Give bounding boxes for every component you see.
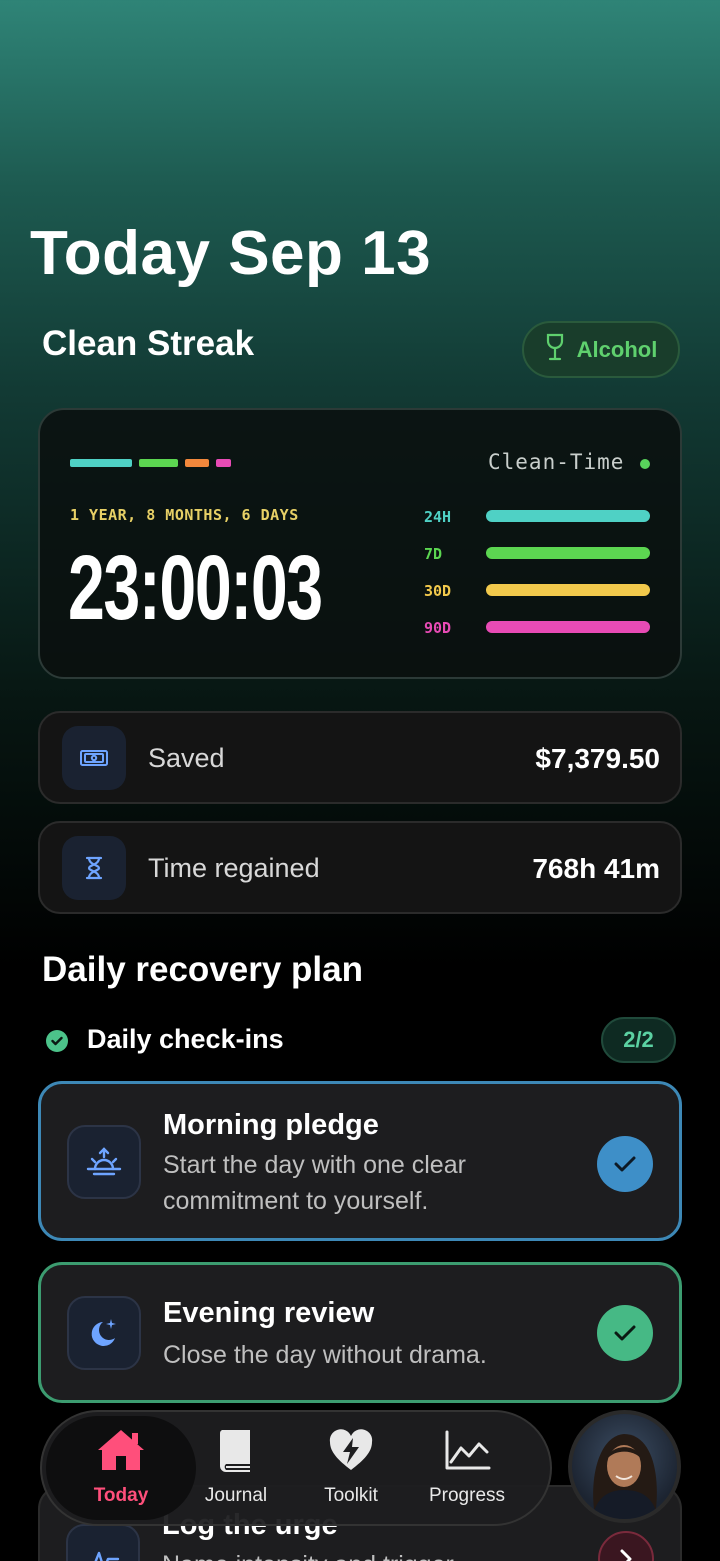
page-title: Today Sep 13	[30, 219, 432, 288]
tab-toolkit[interactable]: Toolkit	[296, 1428, 406, 1507]
accent-bar	[216, 459, 231, 467]
time-regained-label: Time regained	[148, 853, 320, 883]
morning-pledge-card[interactable]: Morning pledge Start the day with one cl…	[38, 1081, 682, 1241]
period-label-90d: 90D	[424, 619, 452, 637]
streak-duration: 1 YEAR, 8 MONTHS, 6 DAYS	[70, 506, 299, 524]
period-label-7d: 7D	[424, 545, 443, 563]
pulse-icon	[66, 1524, 140, 1561]
tab-journal-label: Journal	[204, 1485, 268, 1506]
heart-bolt-icon	[328, 1428, 374, 1477]
time-regained-value: 768h 41m	[532, 853, 660, 884]
morning-pledge-check[interactable]	[597, 1136, 653, 1192]
checkins-count-badge: 2/2	[601, 1017, 676, 1063]
evening-review-card[interactable]: Evening review Close the day without dra…	[38, 1262, 682, 1403]
accent-bar	[70, 459, 132, 467]
tab-today-label: Today	[93, 1485, 149, 1506]
saved-stat-card[interactable]: Saved $7,379.50	[38, 711, 682, 804]
moon-stars-icon	[67, 1296, 141, 1370]
time-regained-stat-card[interactable]: Time regained 768h 41m	[38, 821, 682, 914]
period-label-30d: 30D	[424, 582, 452, 600]
tab-toolkit-label: Toolkit	[324, 1485, 378, 1506]
period-bar-90d	[486, 621, 650, 633]
clean-streak-heading: Clean Streak	[42, 324, 255, 363]
clean-time-label: Clean-Time	[488, 450, 625, 474]
period-bar-24h	[486, 510, 650, 522]
tab-journal[interactable]: Journal	[181, 1428, 291, 1507]
addiction-label: Alcohol	[576, 336, 658, 362]
log-urge-description: Name intensity and trigger	[162, 1547, 542, 1561]
hourglass-icon	[62, 836, 126, 900]
period-bar-7d	[486, 547, 650, 559]
saved-label: Saved	[148, 743, 225, 773]
morning-pledge-title: Morning pledge	[163, 1109, 379, 1141]
evening-review-check[interactable]	[597, 1305, 653, 1361]
recovery-plan-heading: Daily recovery plan	[42, 950, 363, 989]
tab-progress[interactable]: Progress	[412, 1428, 522, 1507]
period-label-24h: 24H	[424, 508, 452, 526]
addiction-selector[interactable]: Alcohol	[522, 321, 680, 378]
evening-review-title: Evening review	[163, 1297, 375, 1329]
home-icon	[96, 1428, 146, 1477]
avatar[interactable]	[568, 1410, 681, 1523]
evening-review-description: Close the day without drama.	[163, 1341, 487, 1369]
accent-bar	[139, 459, 178, 467]
book-icon	[216, 1428, 256, 1477]
morning-pledge-description: Start the day with one clear commitment …	[163, 1151, 466, 1215]
log-urge-arrow[interactable]	[598, 1531, 654, 1561]
wine-glass-icon	[545, 333, 565, 367]
live-status-dot	[640, 459, 650, 469]
daily-checkins-label: Daily check-ins	[87, 1024, 284, 1054]
sunrise-icon	[67, 1125, 141, 1199]
cash-icon	[62, 726, 126, 790]
accent-bar	[185, 459, 209, 467]
saved-value: $7,379.50	[535, 743, 660, 774]
check-circle-icon	[46, 1030, 68, 1052]
chart-icon	[443, 1428, 491, 1477]
streak-timer: 23:00:03	[68, 537, 323, 639]
period-bar-30d	[486, 584, 650, 596]
tab-progress-label: Progress	[428, 1485, 506, 1506]
tab-today[interactable]: Today	[66, 1428, 176, 1507]
